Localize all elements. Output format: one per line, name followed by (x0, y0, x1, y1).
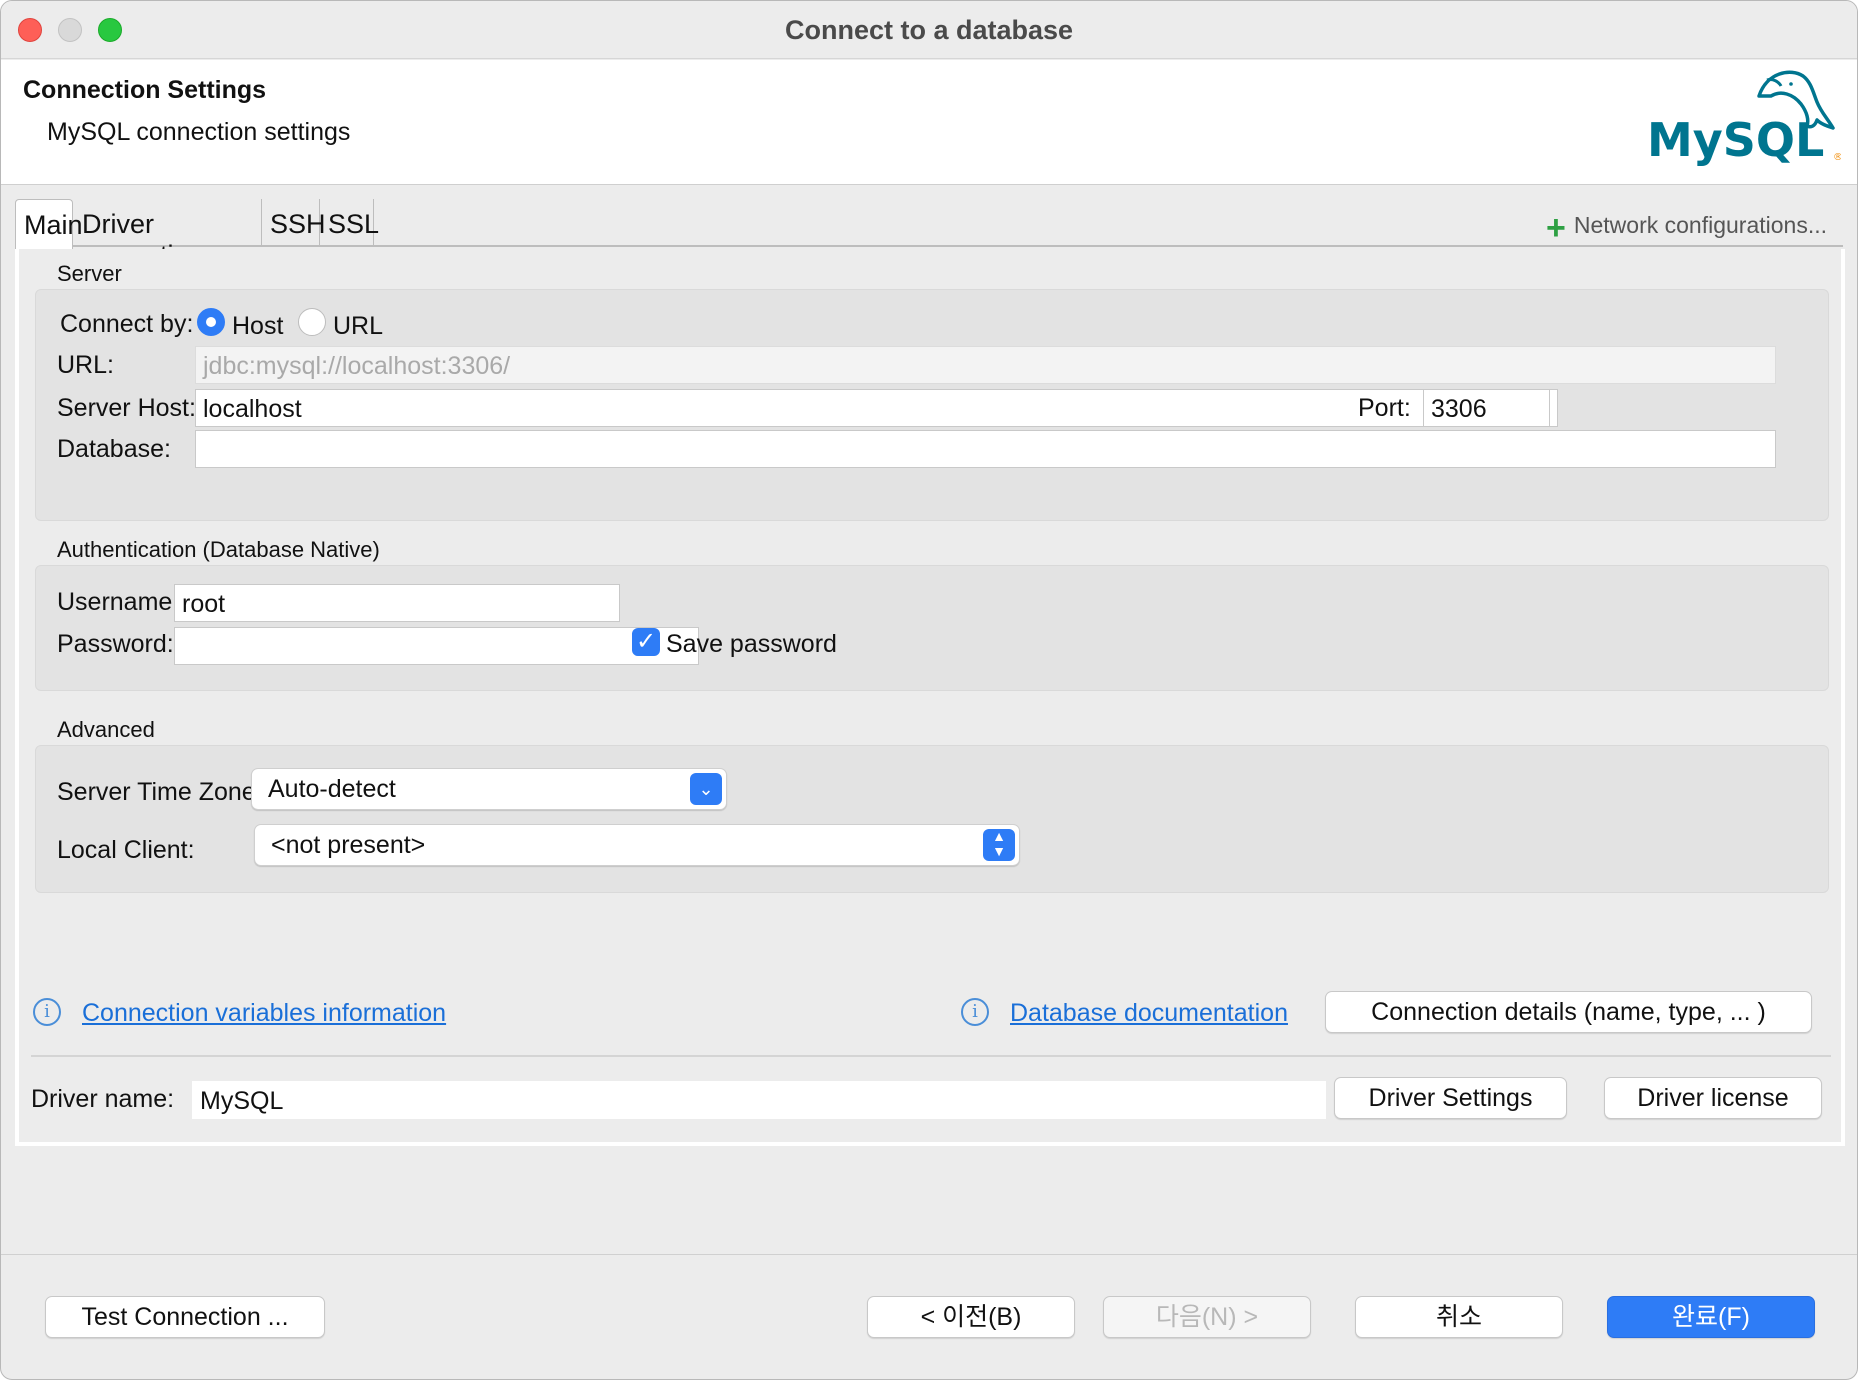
save-password-checkbox[interactable]: ✓ (632, 628, 660, 656)
next-button[interactable]: 다음(N) > (1103, 1296, 1311, 1338)
local-client-select[interactable]: <not present> ▲ ▼ (254, 824, 1020, 866)
local-client-label: Local Client: (57, 836, 195, 864)
up-down-chevron-icon: ▲ ▼ (983, 829, 1015, 861)
server-group: Connect by: Host URL URL: jdbc:mysql://l… (35, 289, 1829, 521)
port-input[interactable]: 3306 (1423, 389, 1550, 427)
driver-license-button[interactable]: Driver license (1604, 1077, 1822, 1119)
url-label: URL: (57, 351, 114, 379)
mysql-logo: MySQL ® (1647, 70, 1841, 167)
back-button[interactable]: < 이전(B) (867, 1296, 1075, 1338)
host-radio-label[interactable]: Host (232, 312, 283, 341)
network-configurations-label: Network configurations... (1573, 212, 1827, 238)
auth-section-label: Authentication (Database Native) (57, 537, 380, 562)
port-label: Port: (1358, 394, 1411, 422)
database-input[interactable] (195, 430, 1776, 468)
password-label: Password: (57, 630, 174, 658)
url-input[interactable]: jdbc:mysql://localhost:3306/ (195, 346, 1776, 384)
divider (31, 1055, 1831, 1057)
tab-bar: Main Driver properties SSH SSL + Network … (15, 199, 1843, 270)
main-tab-panel: Server Connect by: Host URL URL: jdbc:my… (15, 249, 1845, 1146)
host-radio[interactable] (197, 308, 225, 336)
driver-name-label: Driver name: (31, 1085, 175, 1113)
chevron-down-icon: ⌄ (690, 773, 722, 805)
driver-settings-button[interactable]: Driver Settings (1334, 1077, 1567, 1119)
server-host-label: Server Host: (57, 394, 196, 422)
tab-driver-properties[interactable]: Driver properties (74, 199, 262, 270)
save-password-label[interactable]: Save password (666, 630, 837, 659)
info-icon: i (33, 998, 61, 1026)
advanced-section-label: Advanced (57, 717, 155, 742)
server-section-label: Server (57, 261, 122, 286)
server-time-zone-value: Auto-detect (268, 775, 396, 803)
username-input[interactable]: root (174, 584, 620, 622)
url-radio[interactable] (298, 308, 326, 336)
connection-details-button[interactable]: Connection details (name, type, ... ) (1325, 991, 1812, 1033)
server-time-zone-select[interactable]: Auto-detect ⌄ (251, 768, 727, 810)
page-subtitle: MySQL connection settings (47, 118, 351, 146)
window-title: Connect to a database (784, 15, 1074, 45)
test-connection-button[interactable]: Test Connection ... (45, 1296, 325, 1338)
cancel-button[interactable]: 취소 (1355, 1296, 1563, 1338)
connection-variables-link[interactable]: Connection variables information (82, 999, 446, 1028)
network-configurations-button[interactable]: + Network configurations... (1546, 209, 1827, 248)
connect-by-label: Connect by: (60, 310, 194, 338)
title-bar: Connect to a database (1, 1, 1857, 59)
server-host-input[interactable]: localhost (195, 389, 1558, 427)
tab-main[interactable]: Main (15, 199, 83, 249)
password-input[interactable] (174, 627, 699, 665)
finish-button[interactable]: 완료(F) (1607, 1296, 1815, 1338)
server-time-zone-label: Server Time Zone: (57, 778, 263, 806)
info-icon: i (961, 998, 989, 1026)
tab-ssh[interactable]: SSH (262, 199, 326, 247)
dialog-window: Connect to a database Connection Setting… (0, 0, 1858, 1380)
auth-group: Username: root Password: ✓ Save password (35, 565, 1829, 691)
local-client-value: <not present> (271, 831, 426, 859)
plus-icon: + (1546, 209, 1566, 247)
header-banner: Connection Settings MySQL connection set… (1, 60, 1857, 185)
page-title: Connection Settings (23, 76, 267, 104)
database-label: Database: (57, 435, 171, 463)
advanced-group: Server Time Zone: Auto-detect ⌄ Local Cl… (35, 745, 1829, 893)
database-documentation-link[interactable]: Database documentation (1010, 999, 1288, 1028)
tab-ssl[interactable]: SSL (320, 199, 379, 247)
svg-text:®: ® (1833, 152, 1841, 163)
username-label: Username: (57, 588, 180, 616)
driver-name-field: MySQL (192, 1081, 1326, 1119)
logo-my-text: MySQL (1647, 113, 1824, 167)
url-radio-label[interactable]: URL (333, 312, 383, 341)
footer-divider (1, 1254, 1857, 1255)
